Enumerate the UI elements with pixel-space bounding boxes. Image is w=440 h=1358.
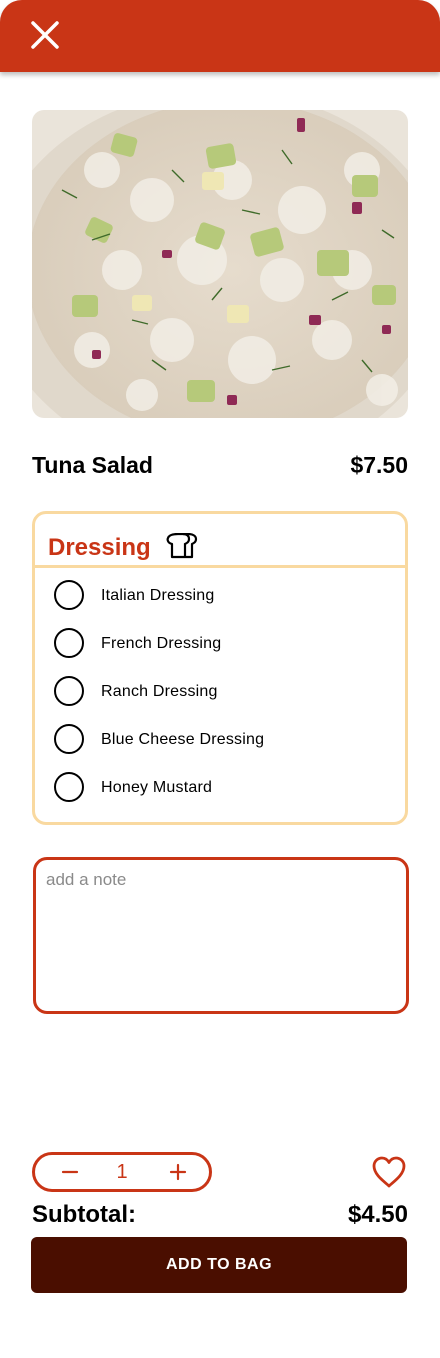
option-label: Blue Cheese Dressing: [101, 731, 265, 748]
increase-button[interactable]: [165, 1159, 191, 1185]
item-name: Tuna Salad: [32, 452, 153, 478]
dressing-option-italian[interactable]: Italian Dressing: [51, 578, 391, 612]
quantity-stepper: 1: [32, 1152, 212, 1192]
top-bar: [0, 0, 440, 72]
subtotal-label: Subtotal:: [32, 1201, 136, 1228]
radio-button[interactable]: [54, 580, 84, 610]
bread-icon: [166, 533, 198, 559]
favorite-button[interactable]: [371, 1155, 407, 1189]
item-price: $7.50: [350, 452, 408, 478]
dressing-header: Dressing: [35, 514, 405, 568]
radio-button[interactable]: [54, 676, 84, 706]
dressing-section: Dressing Italian Dressing French Dressin…: [32, 511, 408, 825]
option-label: Honey Mustard: [101, 779, 213, 796]
option-label: Italian Dressing: [101, 587, 215, 604]
radio-button[interactable]: [54, 628, 84, 658]
dressing-title: Dressing: [48, 534, 151, 561]
food-image: [32, 110, 408, 418]
radio-button[interactable]: [54, 724, 84, 754]
radio-button[interactable]: [54, 772, 84, 802]
dressing-option-ranch[interactable]: Ranch Dressing: [51, 674, 391, 708]
option-label: French Dressing: [101, 635, 222, 652]
dressing-option-french[interactable]: French Dressing: [51, 626, 391, 660]
option-label: Ranch Dressing: [101, 683, 218, 700]
plus-icon: [169, 1163, 187, 1181]
add-to-bag-button[interactable]: ADD TO BAG: [31, 1237, 407, 1293]
close-icon: [31, 21, 59, 49]
dressing-option-blue-cheese[interactable]: Blue Cheese Dressing: [51, 722, 391, 756]
subtotal-value: $4.50: [347, 1201, 408, 1228]
dressing-option-honey-mustard[interactable]: Honey Mustard: [51, 770, 391, 804]
note-input[interactable]: [33, 857, 409, 1014]
close-button[interactable]: [26, 16, 64, 54]
heart-icon: [372, 1156, 406, 1188]
